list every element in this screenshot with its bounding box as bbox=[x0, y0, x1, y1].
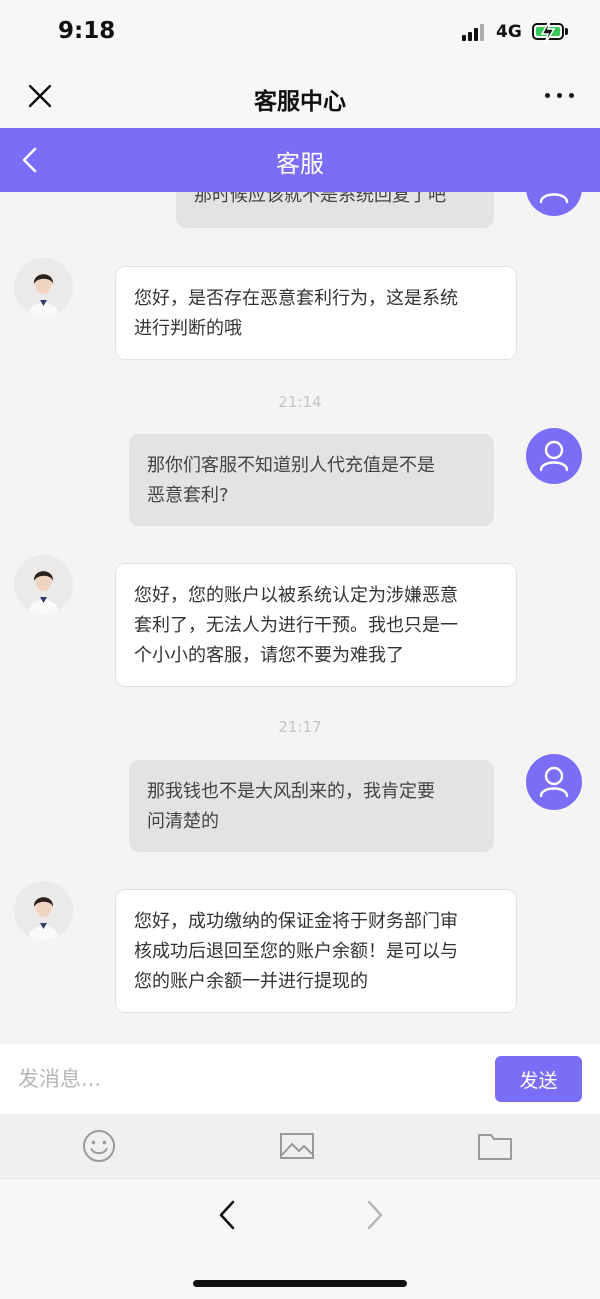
back-arrow-icon[interactable] bbox=[214, 1197, 242, 1233]
attachment-toolbar bbox=[0, 1114, 600, 1178]
user-avatar bbox=[526, 428, 582, 484]
message-line: 那你们客服不知道别人代充值是不是 bbox=[147, 455, 435, 476]
message-text: 那时候应该就不是系统回复了吧 bbox=[194, 192, 446, 206]
message-timestamp: 21:17 bbox=[278, 718, 322, 736]
user-icon bbox=[539, 193, 569, 204]
message-bubble-agent: 您好，成功缴纳的保证金将于财务部门审 核成功后退回至您的账户余额！是可以与 您的… bbox=[115, 889, 517, 1013]
message-line: 进行判断的哦 bbox=[134, 318, 242, 339]
message-line: 个小小的客服，请您不要为难我了 bbox=[134, 645, 404, 666]
signal-icon bbox=[462, 24, 488, 41]
message-line: 恶意套利? bbox=[147, 485, 229, 506]
status-time: 9:18 bbox=[58, 18, 116, 44]
message-line: 您的账户余额一并进行提现的 bbox=[134, 971, 368, 992]
image-icon[interactable] bbox=[279, 1128, 315, 1164]
agent-photo bbox=[14, 258, 73, 317]
agent-avatar bbox=[14, 258, 73, 317]
browser-toolbar bbox=[0, 1178, 600, 1299]
message-line: 核成功后退回至您的账户余额！是可以与 bbox=[134, 941, 458, 962]
chat-list[interactable]: 那时候应该就不是系统回复了吧 您好，是否存在恶意套利行为，这是系统 进行判断的哦… bbox=[0, 192, 600, 1044]
message-input[interactable] bbox=[6, 1058, 476, 1100]
message-bubble-user: 那时候应该就不是系统回复了吧 bbox=[176, 192, 494, 228]
home-indicator[interactable] bbox=[193, 1280, 407, 1287]
message-line: 您好，成功缴纳的保证金将于财务部门审 bbox=[134, 911, 458, 932]
message-input-bar: 发送 bbox=[0, 1044, 600, 1114]
user-avatar bbox=[526, 754, 582, 810]
more-icon[interactable] bbox=[545, 93, 575, 99]
forward-arrow-icon[interactable] bbox=[360, 1197, 388, 1233]
message-line: 那我钱也不是大风刮来的，我肯定要 bbox=[147, 781, 435, 802]
status-bar: 9:18 4G bbox=[0, 0, 600, 64]
network-label: 4G bbox=[496, 22, 522, 42]
folder-icon[interactable] bbox=[477, 1128, 513, 1164]
user-icon bbox=[539, 766, 569, 798]
battery-cap bbox=[565, 28, 568, 35]
message-timestamp: 21:14 bbox=[278, 393, 322, 411]
user-avatar bbox=[526, 192, 582, 216]
charging-bolt-icon bbox=[540, 19, 556, 45]
nav-bar: 客服中心 bbox=[0, 64, 600, 128]
chat-title: 客服 bbox=[276, 150, 324, 178]
message-line: 问清楚的 bbox=[147, 811, 219, 832]
message-bubble-user: 那我钱也不是大风刮来的，我肯定要 问清楚的 bbox=[129, 760, 494, 852]
agent-avatar bbox=[14, 881, 73, 940]
page-title: 客服中心 bbox=[254, 89, 346, 115]
message-line: 套利了，无法人为进行干预。我也只是一 bbox=[134, 615, 458, 636]
agent-photo bbox=[14, 881, 73, 940]
message-line: 您好，您的账户以被系统认定为涉嫌恶意 bbox=[134, 585, 458, 606]
user-icon bbox=[539, 440, 569, 472]
message-bubble-agent: 您好，您的账户以被系统认定为涉嫌恶意 套利了，无法人为进行干预。我也只是一 个小… bbox=[115, 563, 517, 687]
message-bubble-agent: 您好，是否存在恶意套利行为，这是系统 进行判断的哦 bbox=[115, 266, 517, 360]
send-button[interactable]: 发送 bbox=[495, 1056, 582, 1102]
message-line: 您好，是否存在恶意套利行为，这是系统 bbox=[134, 288, 458, 309]
chat-header: 客服 bbox=[0, 128, 600, 192]
message-bubble-user: 那你们客服不知道别人代充值是不是 恶意套利? bbox=[129, 434, 494, 526]
emoji-icon[interactable] bbox=[81, 1128, 117, 1164]
agent-photo bbox=[14, 555, 73, 614]
agent-avatar bbox=[14, 555, 73, 614]
